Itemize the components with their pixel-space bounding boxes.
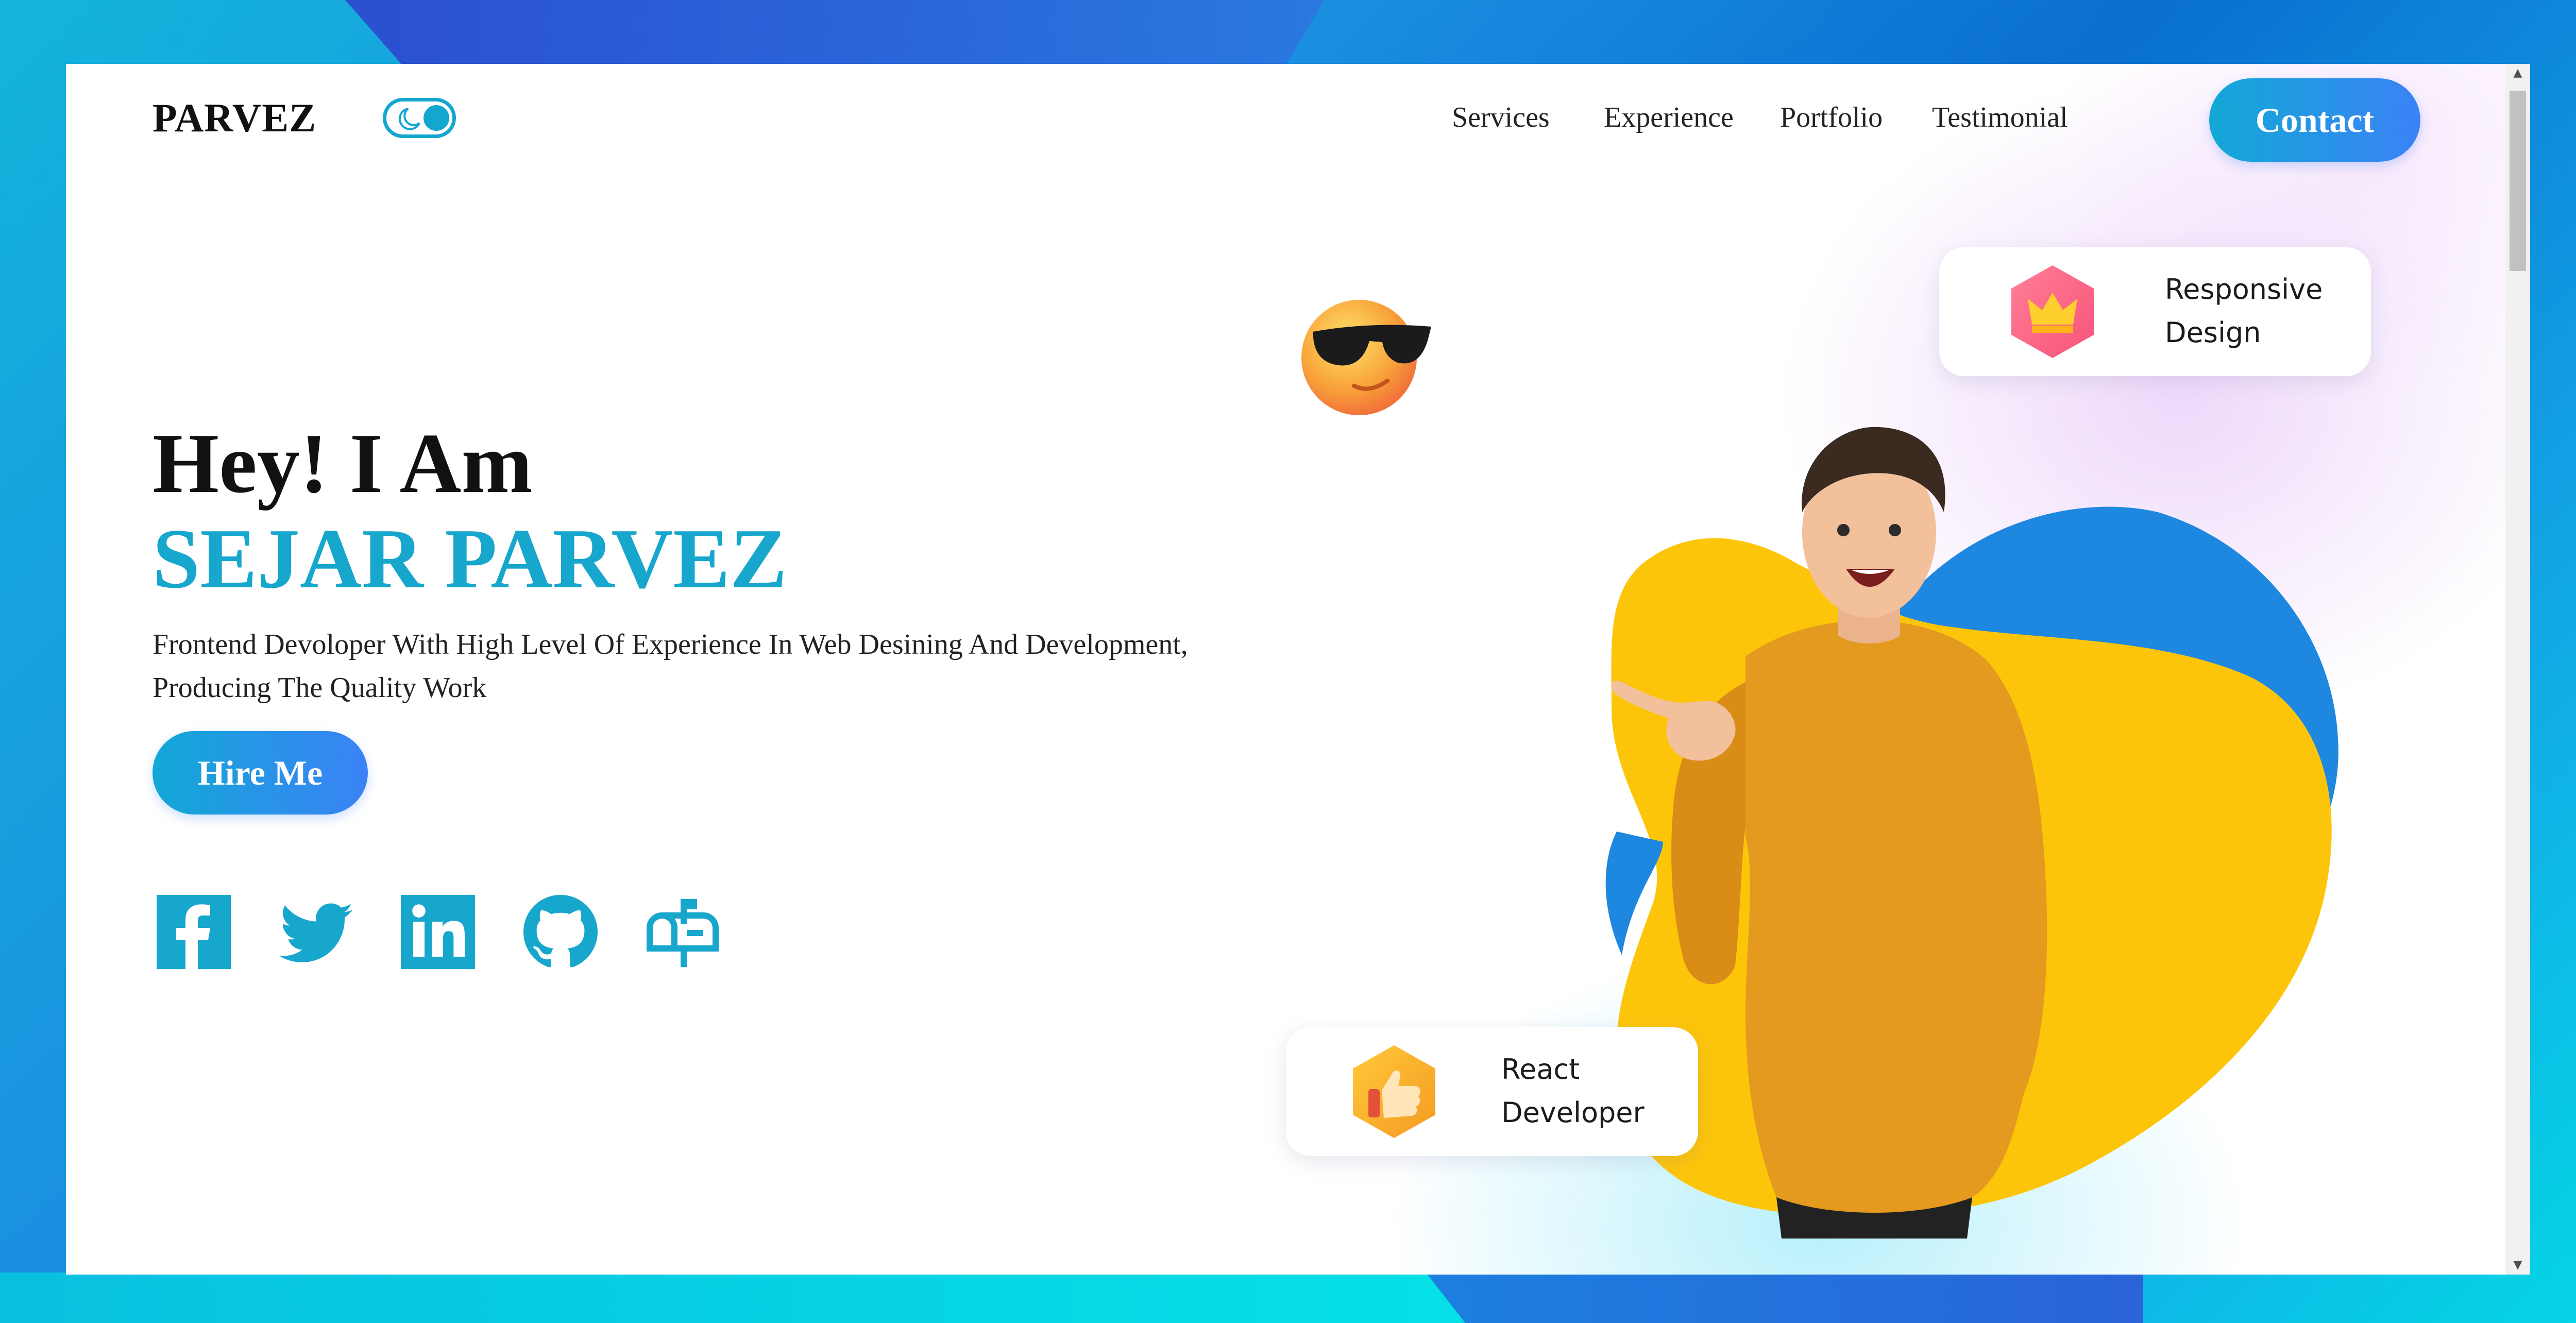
- react-developer-card: React Developer: [1286, 1027, 1698, 1156]
- nav-link-testimonial[interactable]: Testimonial: [1932, 101, 2068, 134]
- site-logo[interactable]: PARVEZ: [152, 95, 316, 141]
- scrollbar-thumb[interactable]: [2510, 91, 2526, 271]
- contact-button[interactable]: Contact: [2209, 78, 2420, 162]
- mailbox-icon[interactable]: [641, 891, 724, 973]
- background-wedge-top: [345, 0, 1324, 67]
- browser-window: PARVEZ Services Experience Portfolio Tes…: [66, 64, 2530, 1275]
- nav-link-experience[interactable]: Experience: [1604, 101, 1734, 134]
- facebook-icon[interactable]: [152, 891, 235, 973]
- react-developer-label: React Developer: [1501, 1048, 1687, 1134]
- card-line-2: Developer: [1501, 1096, 1645, 1129]
- nav-link-services[interactable]: Services: [1452, 101, 1550, 134]
- crown-icon: [2011, 265, 2094, 358]
- card-line-1: React: [1501, 1053, 1580, 1085]
- responsive-design-label: Responsive Design: [2165, 268, 2350, 354]
- responsive-design-card: Responsive Design: [1939, 247, 2371, 376]
- hire-me-button[interactable]: Hire Me: [152, 731, 368, 815]
- scroll-up-arrow-icon[interactable]: ▲: [2512, 67, 2524, 79]
- portfolio-page: PARVEZ Services Experience Portfolio Tes…: [66, 64, 2505, 1275]
- background-band-bottom: [0, 1273, 1468, 1323]
- hero-description: Frontend Devoloper With High Level Of Ex…: [152, 629, 1188, 704]
- moon-icon: [398, 108, 420, 130]
- scroll-down-arrow-icon[interactable]: ▼: [2512, 1259, 2524, 1271]
- toggle-knob: [423, 105, 449, 131]
- hero-greeting: Hey! I Am: [152, 416, 533, 511]
- background-wedge-bottom: [1422, 1267, 2143, 1323]
- hero-name: SEJAR PARVEZ: [152, 511, 787, 606]
- theme-toggle[interactable]: [383, 98, 456, 138]
- vertical-scrollbar[interactable]: ▲ ▼: [2505, 64, 2530, 1275]
- nav-link-portfolio[interactable]: Portfolio: [1780, 101, 1883, 134]
- sunglasses-emoji-icon: [1301, 300, 1431, 415]
- thumbs-up-icon: [1353, 1045, 1435, 1138]
- card-line-1: Responsive: [2165, 273, 2323, 306]
- linkedin-icon[interactable]: [397, 891, 479, 973]
- twitter-icon[interactable]: [275, 891, 357, 973]
- github-icon[interactable]: [519, 891, 602, 973]
- card-line-2: Design: [2165, 316, 2261, 349]
